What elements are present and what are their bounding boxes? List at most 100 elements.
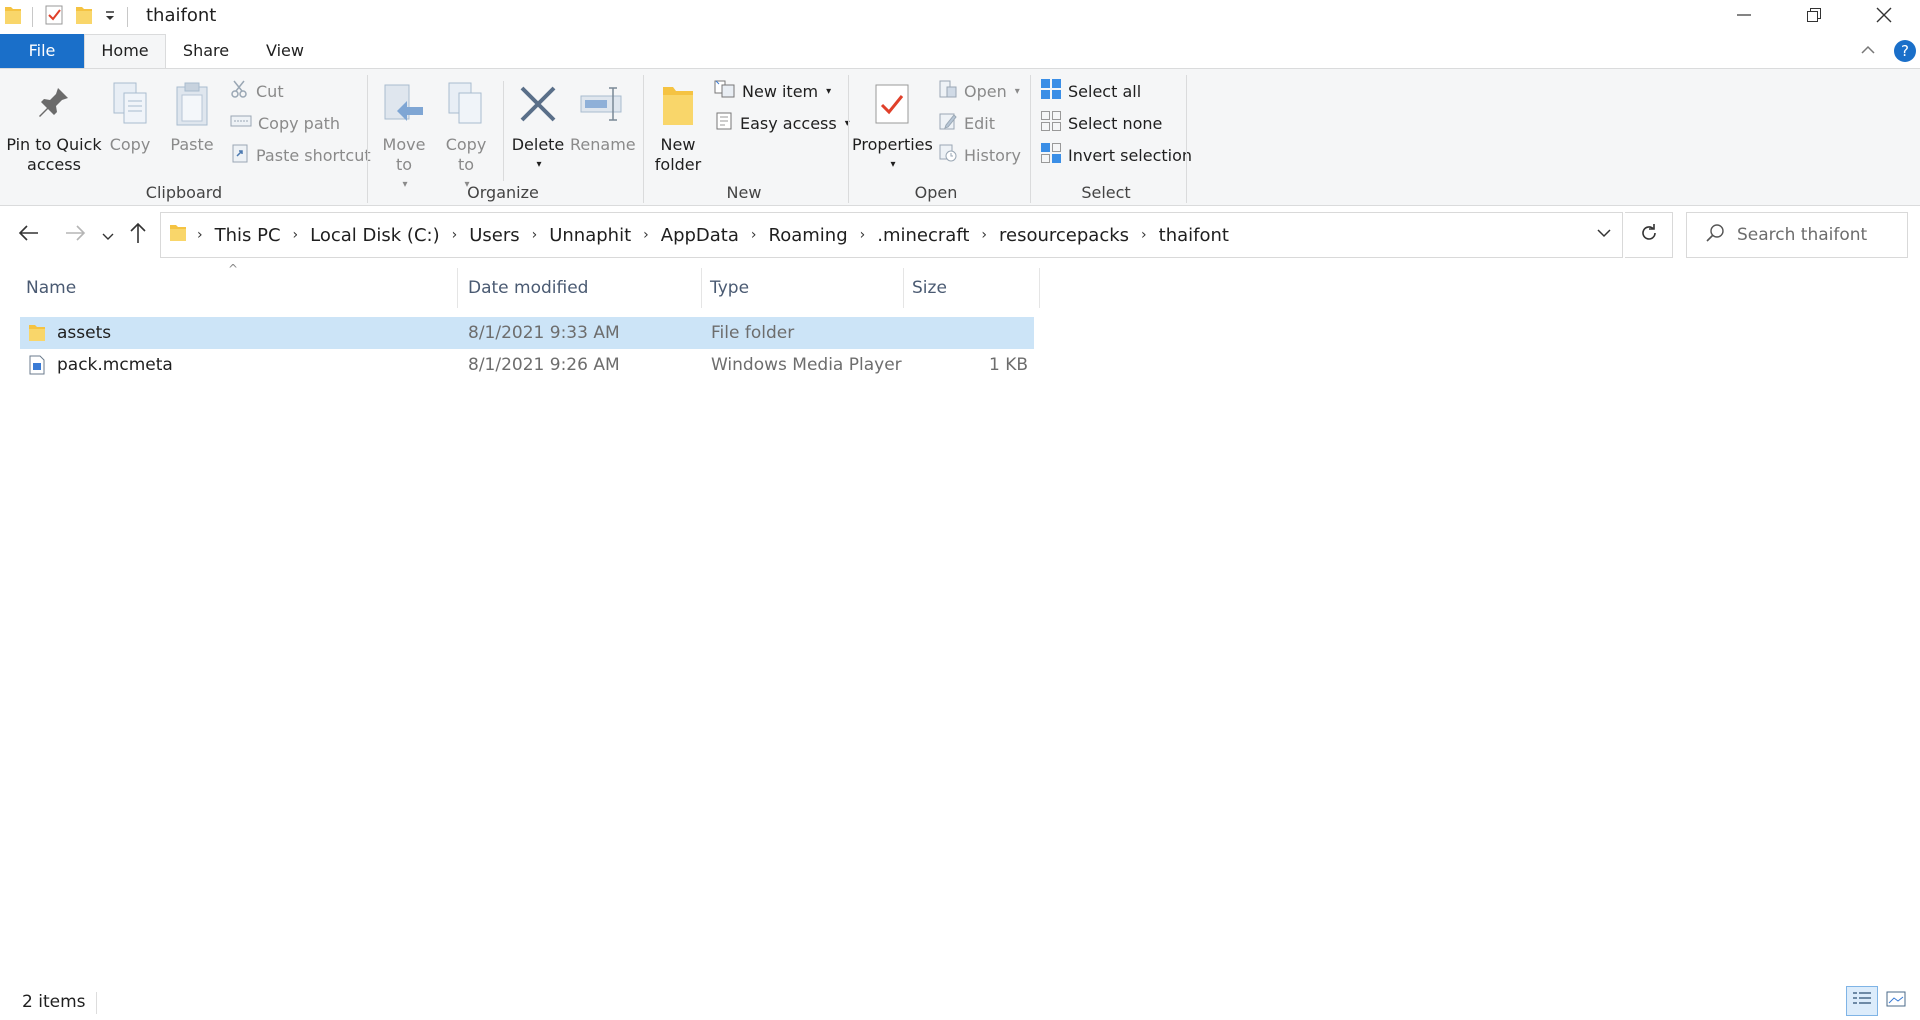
breadcrumb-item[interactable]: Unnaphit — [541, 225, 639, 246]
new-folder-button[interactable]: New folder — [650, 77, 706, 175]
delete-label: Delete — [511, 135, 565, 154]
search-icon — [1705, 223, 1725, 248]
open-button[interactable]: Open ▾ — [938, 77, 1020, 105]
copy-icon — [110, 81, 150, 132]
tab-file[interactable]: File — [0, 34, 84, 68]
cut-button[interactable]: Cut — [230, 77, 284, 105]
close-button[interactable] — [1849, 0, 1919, 34]
select-all-button[interactable]: Select all — [1040, 77, 1141, 105]
quick-access-toolbar — [4, 4, 128, 30]
properties-button[interactable]: Properties ▾ — [852, 77, 933, 175]
breadcrumb-separator-icon[interactable]: › — [639, 227, 653, 243]
refresh-button[interactable] — [1625, 212, 1673, 258]
group-separator — [503, 81, 504, 181]
file-row-pack-mcmeta[interactable]: pack.mcmeta 8/1/2021 9:26 AM Windows Med… — [20, 349, 1034, 381]
breadcrumb-separator-icon[interactable]: › — [1137, 227, 1151, 243]
breadcrumb-item[interactable]: Roaming — [761, 225, 856, 246]
file-row-assets[interactable]: assets 8/1/2021 9:33 AM File folder — [20, 317, 1034, 349]
new-folder-icon — [661, 81, 695, 132]
minimize-button[interactable] — [1709, 0, 1779, 34]
properties-dropdown-icon: ▾ — [890, 159, 896, 170]
close-icon — [1875, 6, 1893, 29]
up-button[interactable] — [124, 218, 152, 252]
search-box[interactable] — [1686, 212, 1908, 258]
breadcrumb-separator-icon[interactable]: › — [528, 227, 542, 243]
paste-icon — [173, 81, 211, 132]
folder-icon — [28, 317, 46, 349]
details-view-button[interactable] — [1846, 986, 1878, 1016]
breadcrumb-separator-icon[interactable]: › — [747, 227, 761, 243]
qat-separator — [127, 7, 128, 27]
breadcrumb-item[interactable]: thaifont — [1151, 225, 1237, 246]
invert-selection-label: Invert selection — [1068, 145, 1193, 165]
svg-text:?: ? — [1901, 42, 1909, 60]
file-icon — [28, 349, 46, 381]
breadcrumb-separator-icon[interactable]: › — [448, 227, 462, 243]
new-item-button[interactable]: New item ▾ — [714, 77, 831, 105]
address-dropdown-button[interactable] — [1596, 225, 1612, 246]
organize-group-label: Organize — [467, 183, 539, 202]
copy-path-button[interactable]: Copy path — [230, 109, 340, 137]
paste-button[interactable]: Paste — [164, 77, 220, 155]
collapse-ribbon-icon[interactable] — [1858, 40, 1878, 65]
open-icon — [938, 79, 958, 103]
tab-share[interactable]: Share — [170, 34, 242, 68]
breadcrumb-item[interactable]: resourcepacks — [991, 225, 1137, 246]
delete-button[interactable]: Delete ▾ — [510, 77, 566, 175]
breadcrumb-separator-icon[interactable]: › — [856, 227, 870, 243]
tab-home[interactable]: Home — [84, 34, 166, 68]
breadcrumb-item[interactable]: Local Disk (C:) — [302, 225, 447, 246]
properties-qat-icon[interactable] — [43, 4, 65, 31]
large-icons-view-icon — [1885, 989, 1907, 1014]
breadcrumb-item[interactable]: .minecraft — [869, 225, 977, 246]
pin-to-quick-access-button[interactable]: Pin to Quick access — [6, 77, 102, 175]
ribbon: Pin to Quick access Copy Paste Cut Copy … — [0, 68, 1920, 206]
search-input[interactable] — [1735, 224, 1899, 246]
edit-label: Edit — [964, 113, 995, 133]
qat-separator — [32, 7, 33, 27]
minimize-icon — [1736, 7, 1752, 28]
breadcrumb-item[interactable]: This PC — [207, 225, 289, 246]
select-none-button[interactable]: Select none — [1040, 109, 1162, 137]
new-folder-qat-icon[interactable] — [75, 4, 93, 31]
delete-dropdown-icon: ▾ — [536, 159, 542, 170]
column-header-name[interactable]: Name — [20, 268, 458, 308]
large-icons-view-button[interactable] — [1880, 986, 1912, 1016]
tab-view[interactable]: View — [254, 34, 316, 68]
recent-locations-button[interactable] — [98, 218, 118, 252]
column-header-date-modified[interactable]: Date modified — [462, 268, 702, 308]
ribbon-tabs: File Home Share View ? — [0, 34, 1920, 68]
forward-button[interactable] — [60, 218, 90, 252]
paste-shortcut-button[interactable]: Paste shortcut — [230, 141, 371, 169]
copy-button[interactable]: Copy — [104, 77, 156, 155]
copy-path-icon — [230, 113, 252, 133]
column-header-size[interactable]: Size — [906, 268, 1040, 308]
chevron-down-icon — [102, 225, 114, 246]
properties-label: Properties — [852, 135, 933, 154]
restore-button[interactable] — [1779, 0, 1849, 34]
breadcrumb-separator-icon[interactable]: › — [193, 227, 207, 243]
invert-selection-button[interactable]: Invert selection — [1040, 141, 1192, 169]
move-to-button[interactable]: Move to ▾ — [378, 77, 430, 195]
move-to-icon — [383, 81, 425, 132]
paste-shortcut-icon — [230, 143, 250, 167]
delete-icon — [518, 84, 558, 129]
easy-access-button[interactable]: Easy access ▾ — [714, 109, 850, 137]
history-button[interactable]: History — [938, 141, 1021, 169]
breadcrumb-item[interactable]: Users — [461, 225, 527, 246]
group-separator — [367, 75, 368, 203]
breadcrumb-separator-icon[interactable]: › — [977, 227, 991, 243]
customize-qat-icon[interactable] — [103, 7, 117, 28]
file-name: assets — [57, 323, 112, 343]
copy-to-button[interactable]: Copy to ▾ — [440, 77, 492, 195]
forward-arrow-icon — [64, 224, 86, 247]
details-view-icon — [1851, 989, 1873, 1014]
edit-button[interactable]: Edit — [938, 109, 995, 137]
column-header-type[interactable]: Type — [704, 268, 904, 308]
breadcrumb-separator-icon[interactable]: › — [289, 227, 303, 243]
help-icon[interactable]: ? — [1893, 39, 1917, 68]
back-button[interactable] — [14, 218, 44, 252]
address-bar[interactable]: › This PC › Local Disk (C:) › Users › Unnaphit ›… — [160, 212, 1623, 258]
rename-button[interactable]: Rename — [570, 77, 636, 155]
breadcrumb-item[interactable]: AppData — [653, 225, 747, 246]
